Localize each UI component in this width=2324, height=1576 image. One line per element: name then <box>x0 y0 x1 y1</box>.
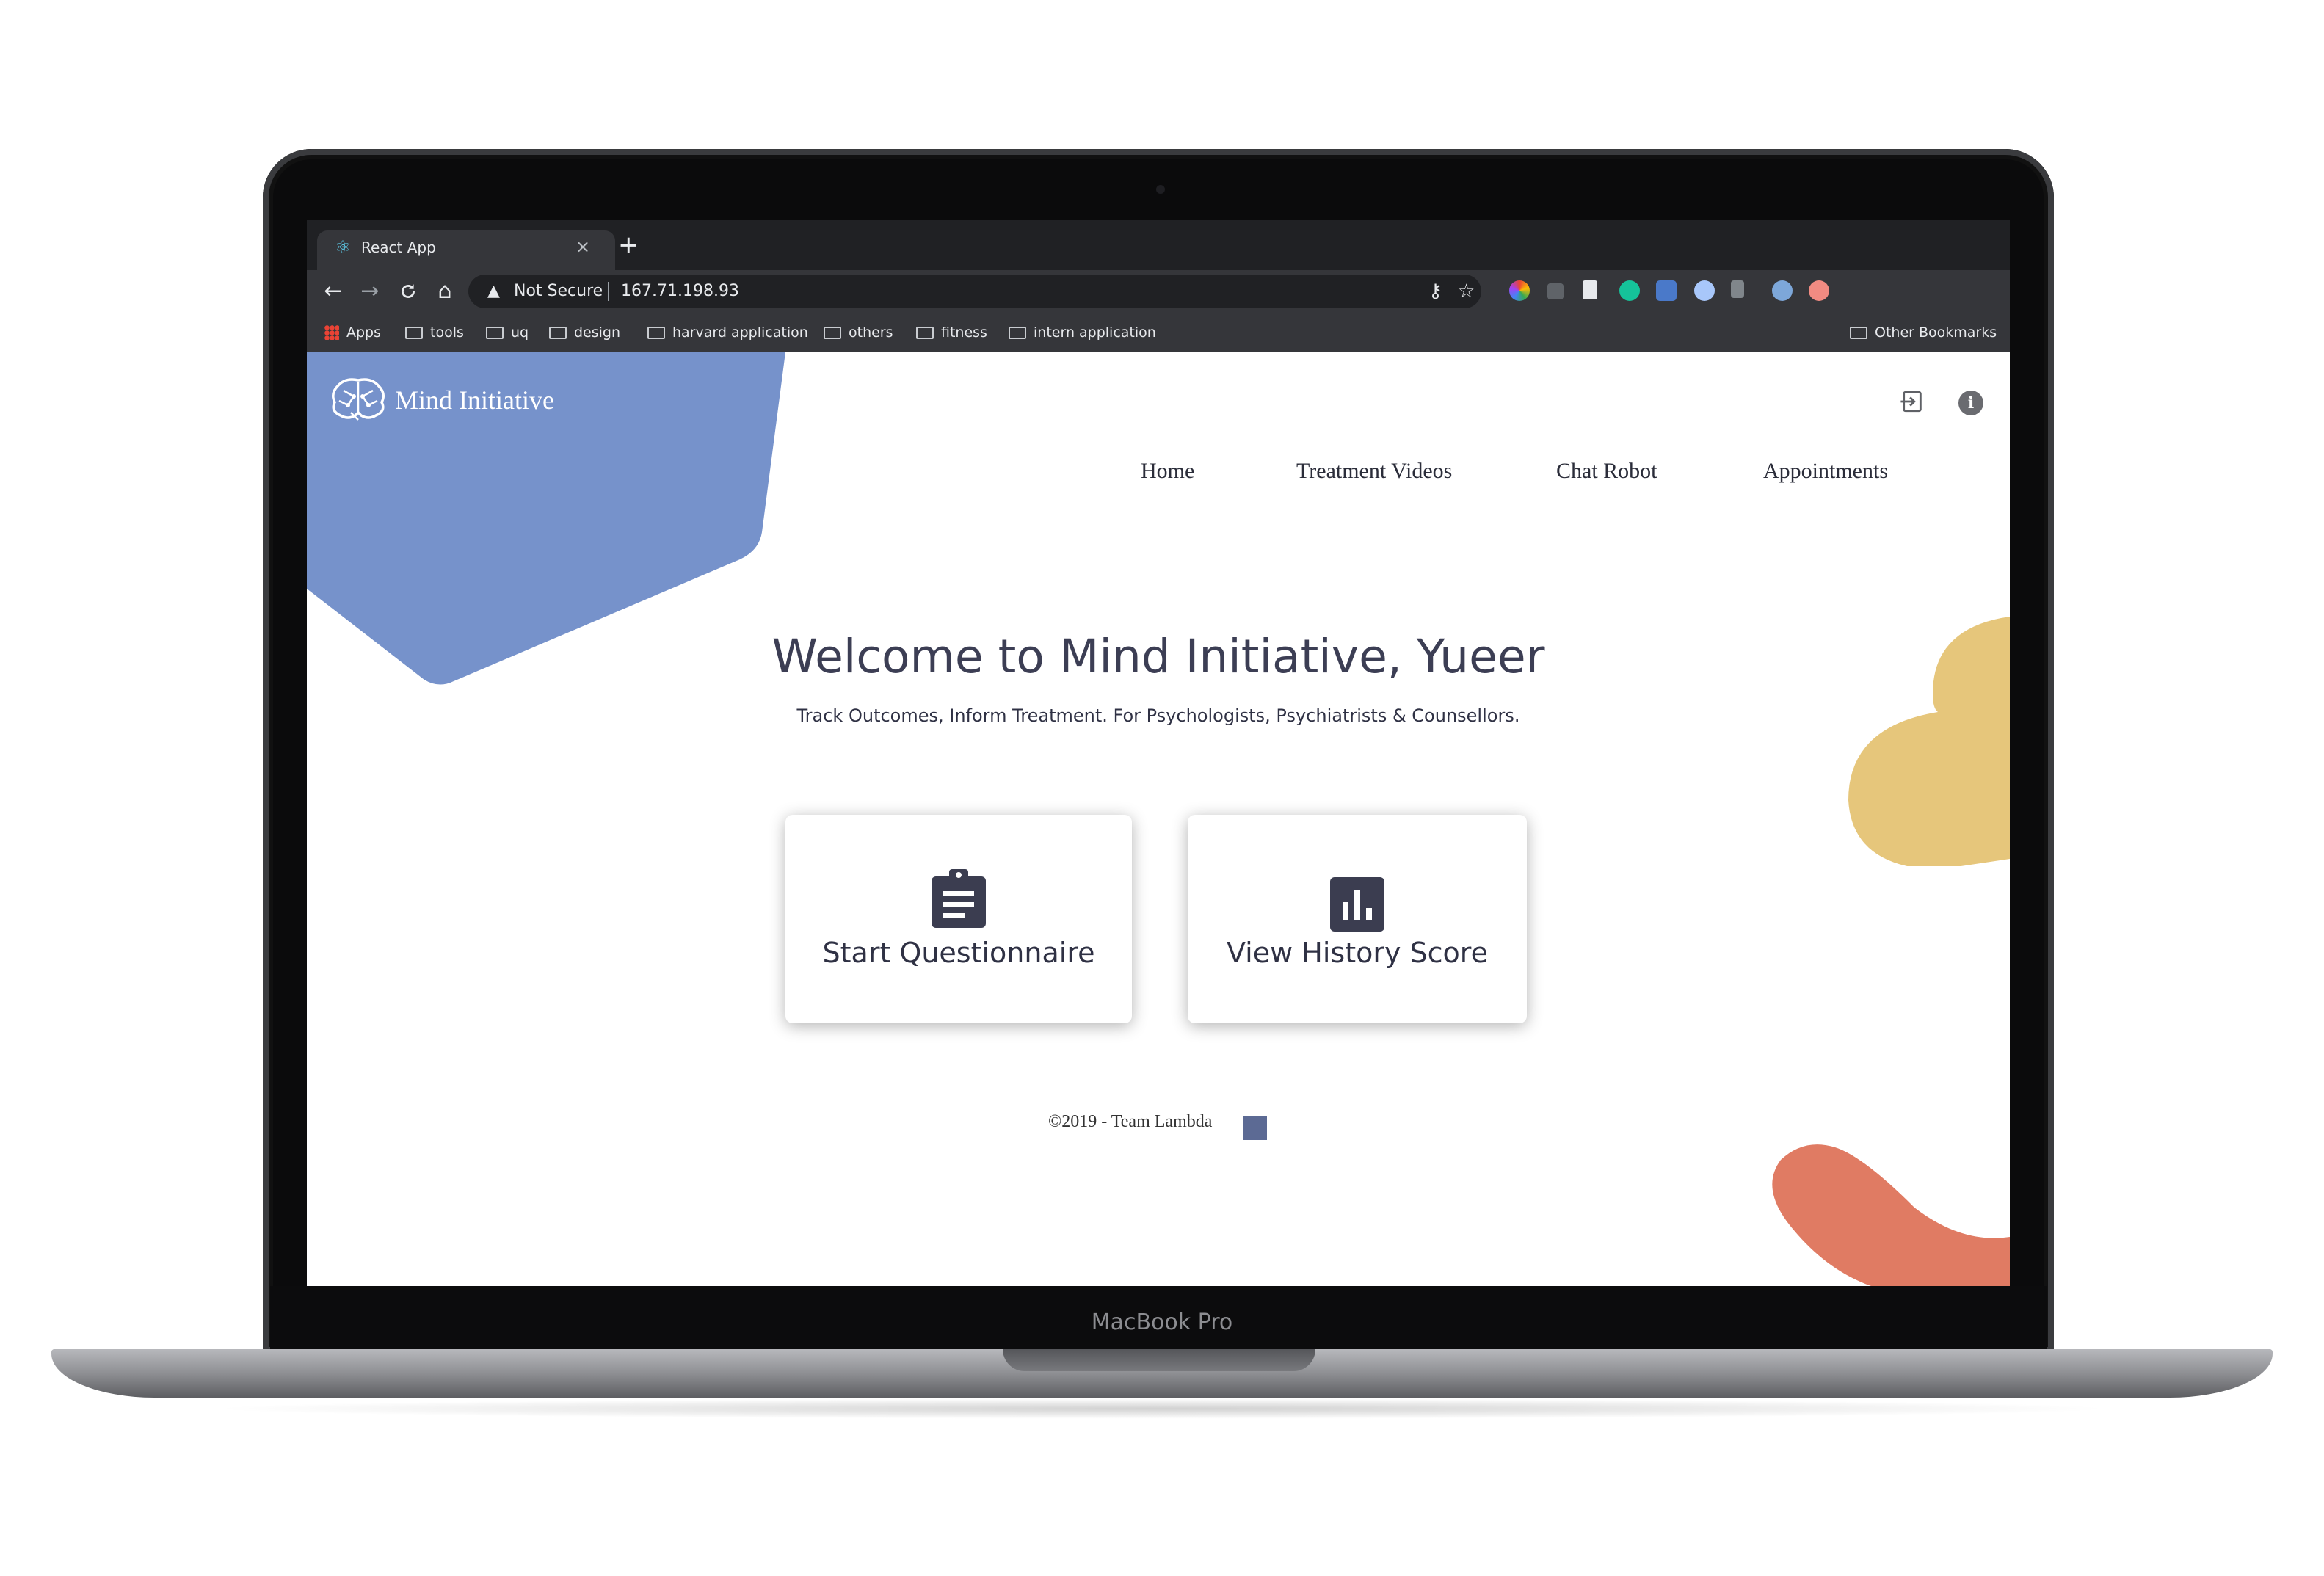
view-history-score-label: View History Score <box>1227 937 1488 969</box>
start-questionnaire-card[interactable]: Start Questionnaire <box>785 815 1132 1023</box>
folder-icon <box>1009 327 1026 339</box>
bookmark-label: tools <box>430 324 464 341</box>
folder-icon <box>647 327 665 339</box>
tab-title: React App <box>361 239 436 256</box>
forward-button[interactable]: → <box>355 276 385 307</box>
bookmark-tools[interactable]: tools <box>405 322 464 344</box>
url-text[interactable]: 167.71.198.93 <box>621 279 739 304</box>
folder-icon <box>486 327 504 339</box>
logo-text[interactable]: Mind Initiative <box>395 382 554 418</box>
reload-icon <box>402 284 415 298</box>
bookmark-star-icon[interactable]: ☆ <box>1458 277 1475 305</box>
url-separator <box>608 282 609 301</box>
decorative-orange-shape <box>1772 1144 2010 1286</box>
address-bar[interactable] <box>468 275 1481 308</box>
react-favicon-icon: ⚛ <box>335 237 351 258</box>
bookmark-design[interactable]: design <box>549 322 620 344</box>
new-tab-button[interactable]: + <box>618 232 639 258</box>
security-label[interactable]: Not Secure <box>514 279 603 304</box>
circle-extension-icon[interactable] <box>1694 280 1715 301</box>
folder-icon <box>405 327 423 339</box>
document-extension-icon[interactable] <box>1583 280 1597 299</box>
tab-close-icon[interactable]: × <box>575 235 590 258</box>
tagline: Track Outcomes, Inform Treatment. For Ps… <box>796 705 1520 726</box>
folder-icon <box>1850 327 1867 339</box>
other-bookmarks[interactable]: Other Bookmarks <box>1850 322 1997 344</box>
bookmark-label: fitness <box>941 324 987 341</box>
folder-icon <box>549 327 567 339</box>
extension-icon[interactable] <box>1547 283 1564 299</box>
team-logo-icon <box>1243 1116 1267 1140</box>
model-label: MacBook Pro <box>1091 1310 1233 1335</box>
laptop-shadow <box>206 1398 2118 1419</box>
record-extension-icon[interactable] <box>1809 280 1829 301</box>
off-extension-icon[interactable] <box>1656 280 1677 301</box>
view-history-score-card[interactable]: View History Score <box>1188 815 1527 1023</box>
web-page: Mind Initiative i Home Treatment Videos … <box>307 352 2010 1286</box>
trash-extension-icon[interactable] <box>1731 280 1744 298</box>
laptop-notch <box>1003 1349 1315 1371</box>
nav-home[interactable]: Home <box>1141 455 1194 487</box>
bookmark-label: Apps <box>346 324 382 341</box>
bookmark-others[interactable]: others <box>824 322 893 344</box>
welcome-heading: Welcome to Mind Initiative, Yueer <box>771 630 1545 683</box>
bookmark-label: intern application <box>1034 324 1156 341</box>
folder-icon <box>824 327 841 339</box>
clipboard-icon <box>932 869 986 928</box>
bookmark-label: design <box>574 324 621 341</box>
sign-in-icon[interactable] <box>1900 389 1925 414</box>
color-extension-icon[interactable] <box>1509 280 1530 301</box>
nav-chat-robot[interactable]: Chat Robot <box>1556 455 1657 487</box>
profile-avatar[interactable] <box>1772 280 1793 301</box>
bookmark-label: others <box>849 324 893 341</box>
bookmark-uq[interactable]: uq <box>486 322 529 344</box>
key-icon[interactable]: ⚷ <box>1428 277 1442 305</box>
bookmark-label: harvard application <box>672 324 808 341</box>
bookmark-intern-application[interactable]: intern application <box>1009 322 1156 344</box>
info-icon[interactable]: i <box>1958 391 1983 415</box>
footer-copyright: ©2019 - Team Lambda <box>1048 1112 1213 1131</box>
bar-chart-icon <box>1330 877 1384 932</box>
warning-icon: ▲ <box>487 282 500 300</box>
bookmark-harvard-application[interactable]: harvard application <box>647 322 808 344</box>
apps-grid-icon <box>324 325 339 340</box>
bookmark-fitness[interactable]: fitness <box>916 322 987 344</box>
reload-button[interactable] <box>393 276 423 311</box>
home-button[interactable]: ⌂ <box>430 276 460 307</box>
folder-icon <box>916 327 934 339</box>
back-button[interactable]: ← <box>319 276 348 307</box>
grammarly-icon[interactable] <box>1619 280 1640 301</box>
other-bookmarks-label: Other Bookmarks <box>1875 324 1997 341</box>
bookmark-label: uq <box>511 324 529 341</box>
brain-logo-icon <box>332 378 385 421</box>
start-questionnaire-label: Start Questionnaire <box>822 937 1095 969</box>
nav-appointments[interactable]: Appointments <box>1763 455 1888 487</box>
camera-icon <box>1156 185 1165 194</box>
laptop-screen: ⚛ React App × + ← → ⌂ ▲ Not Secure 167.7… <box>307 220 2010 1286</box>
nav-treatment-videos[interactable]: Treatment Videos <box>1296 455 1452 487</box>
bookmark-apps[interactable]: Apps <box>324 322 381 344</box>
